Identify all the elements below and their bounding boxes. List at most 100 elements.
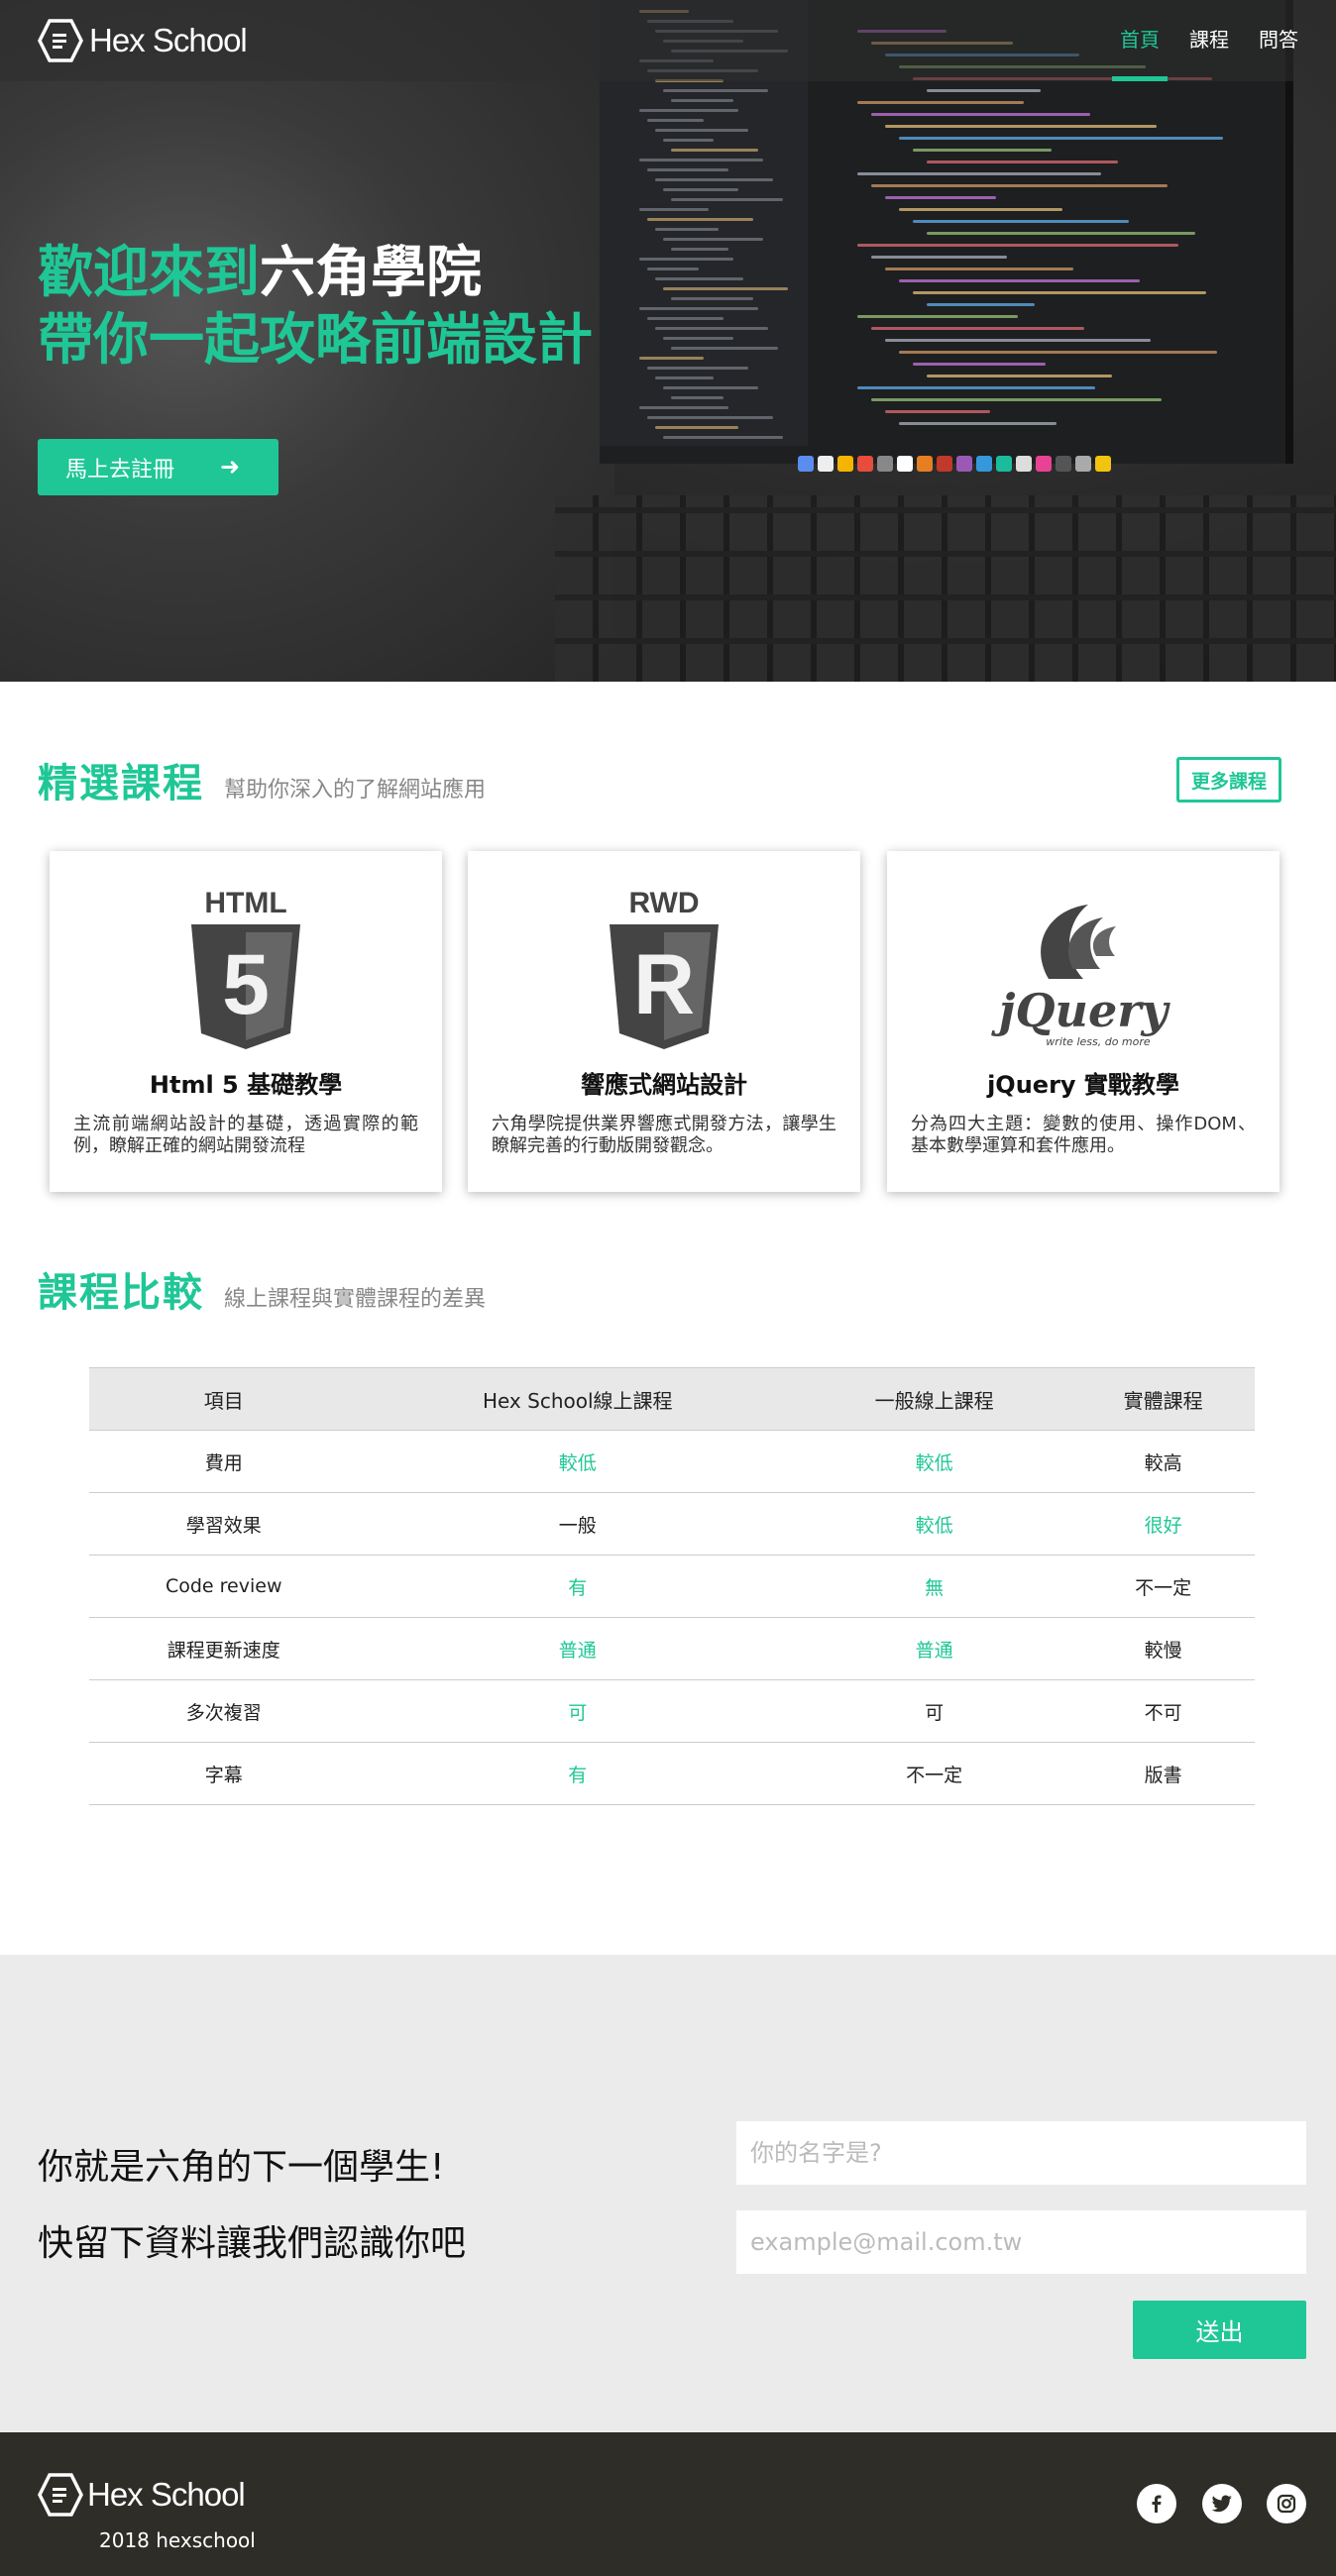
nav-item-courses[interactable]: 課程 bbox=[1189, 0, 1229, 81]
code-line-image bbox=[647, 268, 699, 270]
submit-button[interactable]: 送出 bbox=[1133, 2301, 1306, 2359]
dock-app-icon bbox=[857, 456, 873, 472]
code-line-image bbox=[871, 113, 1090, 116]
table-row-label: 多次複習 bbox=[89, 1679, 359, 1743]
footer-logo[interactable]: Hex School bbox=[38, 2472, 246, 2518]
jquery-icon: jQuery write less, do more bbox=[991, 905, 1170, 1048]
more-courses-button[interactable]: 更多課程 bbox=[1176, 757, 1281, 803]
code-line-image bbox=[885, 410, 990, 413]
code-line-image bbox=[899, 279, 1140, 282]
table-cell: 可 bbox=[797, 1679, 1072, 1743]
code-line-image bbox=[899, 351, 1217, 354]
email-input[interactable] bbox=[736, 2210, 1306, 2274]
dock-app-icon bbox=[837, 456, 853, 472]
table-cell: 一般 bbox=[358, 1492, 798, 1556]
code-line-image bbox=[871, 398, 1162, 401]
table-row: 學習效果 一般 較低 很好 bbox=[89, 1492, 1255, 1556]
comparison-title: 課程比較 bbox=[38, 1270, 204, 1316]
course-card-desc: 分為四大主題：變數的使用、操作DOM、基本數學運算和套件應用。 bbox=[911, 1114, 1256, 1156]
svg-text:HTML: HTML bbox=[204, 887, 286, 919]
code-line-image bbox=[655, 426, 738, 429]
course-card-html5[interactable]: HTML 5 Html 5 基礎教學 主流前端網站設計的基礎，透過實際的範例，瞭… bbox=[50, 851, 442, 1192]
code-line-image bbox=[671, 149, 758, 152]
code-line-image bbox=[913, 220, 1129, 223]
code-line-image bbox=[655, 376, 714, 379]
course-card-title: jQuery 實戰教學 bbox=[987, 1071, 1179, 1099]
hero-heading-green: 歡迎來到 bbox=[38, 241, 260, 305]
table-cell: 較慢 bbox=[1071, 1617, 1255, 1680]
html5-icon: HTML 5 bbox=[191, 887, 300, 1049]
code-line-image bbox=[857, 101, 1024, 104]
code-line-image bbox=[647, 367, 748, 370]
code-line-image bbox=[655, 178, 773, 181]
code-line-image bbox=[663, 238, 763, 241]
register-button[interactable]: 馬上去註冊 ➜ bbox=[38, 439, 278, 495]
code-line-image bbox=[927, 161, 1118, 163]
code-line-image bbox=[671, 347, 778, 350]
code-line-image bbox=[671, 248, 728, 251]
course-card-title: Html 5 基礎教學 bbox=[149, 1071, 343, 1099]
brand-logo[interactable]: Hex School bbox=[38, 18, 248, 63]
svg-text:write less, do more: write less, do more bbox=[1046, 1035, 1151, 1048]
hero-heading-line2: 帶你一起攻略前端設計 bbox=[38, 308, 593, 373]
code-line-image bbox=[647, 317, 724, 320]
course-card-jquery[interactable]: jQuery write less, do more jQuery 實戰教學 分… bbox=[887, 851, 1280, 1192]
code-line-image bbox=[927, 232, 1195, 235]
course-card-rwd[interactable]: RWD R 響應式網站設計 六角學院提供業界響應式開發方法，讓學生瞭解完善的行動… bbox=[468, 851, 860, 1192]
code-line-image bbox=[663, 436, 783, 439]
table-row: 課程更新速度 普通 普通 較慢 bbox=[89, 1617, 1255, 1680]
featured-courses-section: 精選課程 幫助你深入的了解網站應用 更多課程 HTML 5 Html 5 基礎教… bbox=[0, 682, 1336, 1260]
code-line-image bbox=[655, 277, 743, 280]
dock-app-icon bbox=[917, 456, 933, 472]
table-header-cell: 項目 bbox=[89, 1367, 359, 1431]
table-cell: 不可 bbox=[1071, 1679, 1255, 1743]
code-line-image bbox=[927, 375, 1112, 377]
rwd-icon: RWD R bbox=[610, 887, 719, 1049]
table-cell: 較高 bbox=[1071, 1430, 1255, 1493]
main-nav: 首頁 課程 問答 bbox=[1112, 0, 1298, 81]
code-line-image bbox=[885, 268, 1073, 270]
code-line-image bbox=[885, 339, 1151, 342]
table-header-cell: 一般線上課程 bbox=[797, 1367, 1072, 1431]
code-line-image bbox=[647, 119, 704, 122]
twitter-link[interactable] bbox=[1202, 2484, 1242, 2523]
table-row: 字幕有不一定 版書 bbox=[89, 1742, 1255, 1805]
code-line-image bbox=[899, 137, 1223, 140]
nav-item-qa[interactable]: 問答 bbox=[1259, 0, 1298, 81]
nav-item-home[interactable]: 首頁 bbox=[1112, 0, 1168, 81]
code-line-image bbox=[927, 89, 1041, 92]
table-cell: 可 bbox=[358, 1679, 798, 1743]
table-cell: 不一定 bbox=[797, 1742, 1072, 1805]
dock-app-icon bbox=[798, 456, 814, 472]
code-line-image bbox=[671, 396, 724, 399]
hex-logo-icon bbox=[38, 19, 83, 62]
code-line-image bbox=[671, 99, 733, 102]
table-header-cell: Hex School線上課程 bbox=[358, 1367, 798, 1431]
site-footer: Hex School 2018 hexschool bbox=[0, 2432, 1336, 2576]
instagram-link[interactable] bbox=[1267, 2484, 1306, 2523]
table-header-cell: 實體課程 bbox=[1071, 1367, 1255, 1431]
facebook-link[interactable] bbox=[1137, 2484, 1176, 2523]
name-input[interactable] bbox=[736, 2121, 1306, 2185]
copyright-text: 2018 hexschool bbox=[99, 2528, 256, 2552]
table-cell: 有 bbox=[358, 1555, 798, 1618]
code-line-image bbox=[663, 386, 758, 389]
twitter-icon bbox=[1211, 2495, 1232, 2513]
signup-heading-line2: 快留下資料讓我們認識你吧 bbox=[38, 2223, 467, 2264]
comparison-header: 課程比較 線上課程與實體課程的差異 bbox=[38, 1260, 486, 1318]
code-line-image bbox=[663, 287, 788, 290]
table-row: 多次複習可可不可 bbox=[89, 1679, 1255, 1743]
table-header-row: 項目 Hex School線上課程 一般線上課程 實體課程 bbox=[89, 1367, 1255, 1431]
code-line-image bbox=[639, 109, 738, 112]
dock-app-icon bbox=[897, 456, 913, 472]
code-line-image bbox=[663, 337, 733, 340]
svg-text:5: 5 bbox=[222, 937, 270, 1032]
code-line-image bbox=[857, 172, 1101, 175]
code-line-image bbox=[647, 416, 773, 419]
dock-app-icon bbox=[996, 456, 1012, 472]
table-row: Code review 有無不一定 bbox=[89, 1555, 1255, 1618]
code-line-image bbox=[663, 89, 768, 92]
code-line-image bbox=[913, 363, 1046, 366]
register-button-label: 馬上去註冊 bbox=[65, 456, 175, 482]
code-line-image bbox=[671, 198, 783, 201]
